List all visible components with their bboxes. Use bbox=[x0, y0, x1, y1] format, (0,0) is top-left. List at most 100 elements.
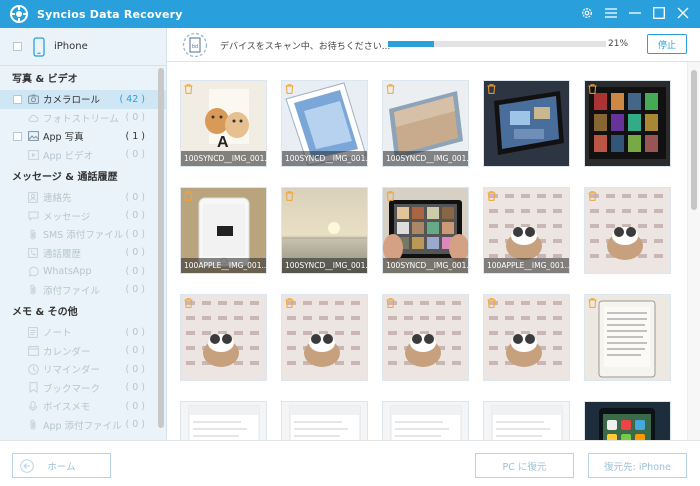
photo-thumbnail[interactable] bbox=[584, 401, 671, 440]
close-icon bbox=[677, 7, 689, 19]
sidebar-item-checkbox[interactable] bbox=[13, 94, 22, 104]
title-bar: Syncios Data Recovery bbox=[0, 0, 700, 28]
sidebar-item-count: ( 0 ) bbox=[125, 345, 146, 357]
sidebar-item-label: カレンダー bbox=[43, 346, 91, 358]
stop-button[interactable]: 停止 bbox=[647, 34, 687, 54]
photo-image bbox=[484, 295, 569, 380]
home-button-label: ホーム bbox=[47, 461, 76, 473]
sidebar-scrollbar[interactable] bbox=[158, 68, 164, 428]
video-icon bbox=[27, 149, 39, 161]
photo-thumbnail[interactable] bbox=[584, 187, 671, 274]
menu-icon bbox=[605, 8, 617, 18]
deleted-trash-icon bbox=[487, 84, 496, 94]
sidebar-item[interactable]: App 写真 ( 1 ) bbox=[0, 127, 166, 146]
photo-image bbox=[282, 402, 367, 440]
scan-progress-bar: bd デバイスをスキャン中、お待ちください... 21% 停止 bbox=[167, 28, 700, 62]
deleted-trash-icon bbox=[386, 84, 395, 94]
deleted-trash-icon bbox=[487, 298, 496, 308]
photo-caption: 100SYNCD__IMG_001... bbox=[282, 258, 367, 273]
sidebar-item-label: ブックマーク bbox=[43, 383, 101, 395]
grid-scrollbar[interactable] bbox=[687, 62, 700, 440]
deleted-trash-icon bbox=[184, 298, 193, 308]
scan-progress-fill bbox=[388, 41, 434, 47]
device-checkbox[interactable] bbox=[13, 42, 22, 51]
sidebar-item: フォトストリーム ( 0 ) bbox=[0, 109, 166, 128]
deleted-trash-icon bbox=[588, 298, 597, 308]
sidebar-item-label: ボイスメモ bbox=[43, 402, 91, 414]
bottom-bar: ホーム PC に復元 復元先: iPhone bbox=[0, 440, 700, 486]
photo-image bbox=[585, 402, 670, 440]
sidebar-item-count: ( 0 ) bbox=[125, 149, 146, 161]
photo-image bbox=[282, 295, 367, 380]
sidebar: iPhone 写真 & ビデオ カメラロール ( 42 ) フォトストリーム ( 0 )… bbox=[0, 28, 167, 440]
menu-button[interactable] bbox=[602, 4, 620, 22]
photo-thumbnail[interactable]: 100SYNCD__IMG_001... bbox=[281, 187, 368, 274]
photo-caption: 100SYNCD__IMG_001... bbox=[383, 151, 468, 166]
photo-image bbox=[585, 295, 670, 380]
photo-image bbox=[585, 188, 670, 273]
recover-to-pc-button[interactable]: PC に復元 bbox=[475, 453, 574, 478]
minimize-button[interactable] bbox=[626, 4, 644, 22]
sidebar-item-count: ( 0 ) bbox=[125, 382, 146, 394]
sidebar-item-count: ( 0 ) bbox=[125, 247, 146, 259]
maximize-button[interactable] bbox=[650, 4, 668, 22]
photo-thumbnail[interactable] bbox=[483, 294, 570, 381]
photo-thumbnail[interactable] bbox=[281, 401, 368, 440]
photo-image bbox=[484, 402, 569, 440]
photo-thumbnail[interactable]: 100APPLE__IMG_001... bbox=[180, 187, 267, 274]
photo-thumbnail[interactable] bbox=[281, 294, 368, 381]
photo-thumbnail[interactable] bbox=[483, 401, 570, 440]
svg-text:bd: bd bbox=[192, 44, 198, 50]
grid-scrollbar-thumb[interactable] bbox=[691, 70, 697, 210]
app-logo-icon bbox=[10, 5, 28, 23]
sidebar-item[interactable]: カメラロール ( 42 ) bbox=[0, 90, 166, 109]
scan-percent: 21% bbox=[608, 39, 629, 49]
deleted-trash-icon bbox=[386, 191, 395, 201]
sidebar-item-count: ( 0 ) bbox=[125, 363, 146, 375]
settings-button[interactable] bbox=[578, 4, 596, 22]
photo-thumbnail[interactable]: 100SYNCD__IMG_001... bbox=[382, 187, 469, 274]
sidebar-item-count: ( 0 ) bbox=[125, 284, 146, 296]
close-button[interactable] bbox=[674, 4, 692, 22]
sidebar-item-label: 通話履歴 bbox=[43, 248, 82, 260]
deleted-trash-icon bbox=[588, 191, 597, 201]
photo-thumbnail[interactable]: 100SYNCD__IMG_001... bbox=[281, 80, 368, 167]
calendar-icon bbox=[27, 345, 39, 357]
photo-thumbnail[interactable] bbox=[483, 80, 570, 167]
attachment-icon bbox=[27, 284, 39, 296]
photo-thumbnail[interactable] bbox=[584, 80, 671, 167]
photo-image bbox=[181, 295, 266, 380]
sidebar-item-label: カメラロール bbox=[43, 95, 101, 107]
photo-thumbnail[interactable] bbox=[180, 401, 267, 440]
message-icon bbox=[27, 210, 39, 222]
sidebar-item: App 添付ファイル( 0 ) bbox=[0, 416, 166, 435]
sidebar-item-label: フォトストリーム bbox=[43, 113, 119, 125]
home-button[interactable]: ホーム bbox=[12, 453, 111, 478]
recover-to-iphone-button[interactable]: 復元先: iPhone bbox=[588, 453, 687, 478]
deleted-trash-icon bbox=[285, 84, 294, 94]
photo-caption: 100SYNCD__IMG_001... bbox=[181, 151, 266, 166]
sidebar-item-label: WhatsApp bbox=[43, 265, 92, 277]
photo-thumbnail[interactable] bbox=[180, 294, 267, 381]
photo-thumbnail[interactable] bbox=[382, 294, 469, 381]
photo-thumbnail[interactable] bbox=[584, 294, 671, 381]
gear-icon bbox=[582, 8, 592, 18]
scan-progress bbox=[388, 41, 606, 47]
sidebar-item-label: ノート bbox=[43, 328, 72, 340]
photo-thumbnail[interactable] bbox=[382, 401, 469, 440]
sidebar-item-checkbox[interactable] bbox=[13, 131, 22, 141]
device-row[interactable]: iPhone bbox=[0, 28, 166, 66]
minimize-icon bbox=[629, 12, 641, 14]
sidebar-section-title: 写真 & ビデオ bbox=[12, 74, 78, 85]
back-arrow-icon bbox=[20, 459, 34, 473]
photo-thumbnail[interactable]: 100APPLE__IMG_001... bbox=[483, 187, 570, 274]
photo-thumbnail[interactable]: 100SYNCD__IMG_001... bbox=[382, 80, 469, 167]
photo-image bbox=[585, 81, 670, 166]
sidebar-item-label: メッセージ bbox=[43, 211, 91, 223]
photo-thumbnail[interactable]: A 100SYNCD__IMG_001... bbox=[180, 80, 267, 167]
photo-image bbox=[383, 402, 468, 440]
sidebar-item-count: ( 0 ) bbox=[125, 210, 146, 222]
scan-status-text: デバイスをスキャン中、お待ちください... bbox=[220, 42, 391, 52]
contacts-icon bbox=[27, 191, 39, 203]
sidebar-item: カレンダー ( 0 ) bbox=[0, 342, 166, 361]
